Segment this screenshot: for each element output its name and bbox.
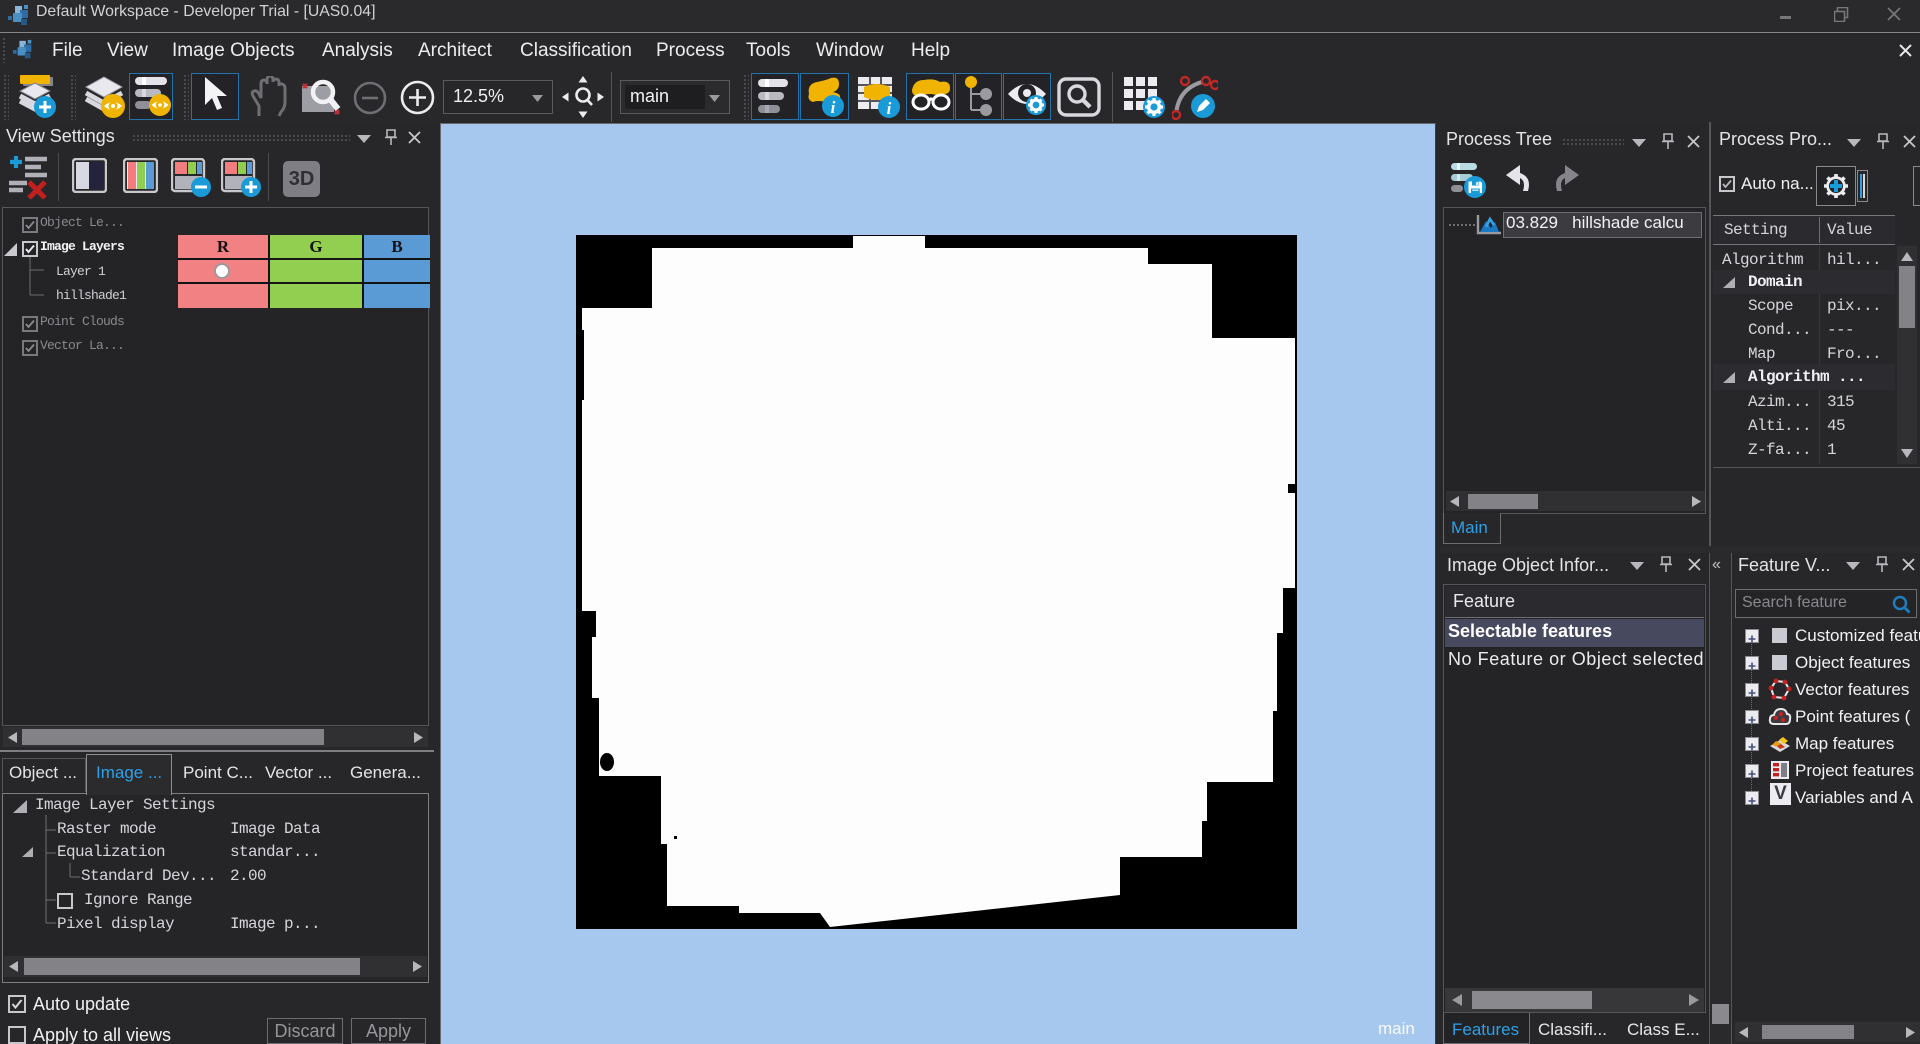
svg-text:i: i [831, 98, 836, 117]
svg-text:i: i [887, 99, 892, 118]
